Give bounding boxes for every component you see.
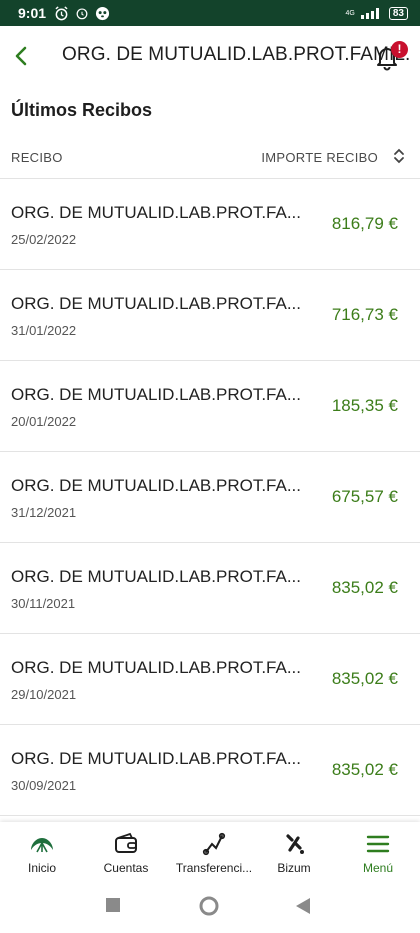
receipt-amount: 835,02 €: [331, 669, 398, 688]
header: ORG. DE MUTUALID.LAB.PROT.FAMIL.: [0, 26, 420, 88]
receipt-name: ORG. DE MUTUALID.LAB.PROT.FA...: [11, 385, 301, 404]
receipt-row[interactable]: ORG. DE MUTUALID.LAB.PROT.FA... 31/01/20…: [0, 269, 420, 360]
receipt-amount: 835,02 €: [331, 760, 398, 779]
nav-label-transferencias: Transferenci...: [175, 861, 253, 875]
receipt-amount: 835,02 €: [331, 578, 398, 597]
alarm-icon: [55, 5, 68, 20]
receipt-date: 20/01/2022: [11, 414, 77, 429]
receipt-row[interactable]: ORG. DE MUTUALID.LAB.PROT.FA... 30/09/20…: [0, 724, 420, 815]
receipt-row[interactable]: ORG. DE MUTUALID.LAB.PROT.FA... 31/12/20…: [0, 451, 420, 542]
list-divider: [0, 815, 420, 816]
status-bar: 9:01 4G 83: [0, 0, 420, 26]
menu-icon: [366, 835, 390, 853]
receipt-date: 31/01/2022: [11, 323, 77, 338]
receipt-date: 29/10/2021: [11, 687, 77, 702]
receipt-row[interactable]: ORG. DE MUTUALID.LAB.PROT.FA... 25/02/20…: [0, 178, 420, 269]
network-type: 4G: [345, 9, 355, 17]
receipt-amount: 816,79 €: [331, 214, 398, 233]
bottom-nav: Inicio Cuentas Transferenci... Bizum Men…: [0, 822, 420, 886]
sort-icon[interactable]: [392, 147, 406, 165]
page-title: ORG. DE MUTUALID.LAB.PROT.FAMIL.: [62, 44, 411, 65]
back-arrow-icon[interactable]: [8, 42, 36, 70]
transfer-icon: [202, 832, 226, 856]
system-nav-bar: [0, 886, 420, 933]
receipt-name: ORG. DE MUTUALID.LAB.PROT.FA...: [11, 567, 301, 586]
nav-label-menu: Menú: [362, 861, 394, 875]
back-triangle-icon[interactable]: [296, 898, 310, 914]
home-logo-icon: [31, 838, 53, 853]
receipt-row[interactable]: ORG. DE MUTUALID.LAB.PROT.FA... 29/10/20…: [0, 633, 420, 724]
home-circle-icon[interactable]: [199, 896, 219, 916]
bizum-icon: [286, 834, 304, 854]
nav-item-menu[interactable]: Menú: [350, 822, 406, 886]
receipt-date: 30/09/2021: [11, 778, 77, 793]
nav-item-inicio[interactable]: Inicio: [12, 822, 72, 886]
receipt-date: 31/12/2021: [11, 505, 77, 520]
nav-item-bizum[interactable]: Bizum: [266, 822, 322, 886]
receipt-date: 25/02/2022: [11, 232, 77, 247]
receipt-row[interactable]: ORG. DE MUTUALID.LAB.PROT.FA... 30/11/20…: [0, 542, 420, 633]
receipt-amount: 675,57 €: [331, 487, 398, 506]
nav-label-bizum: Bizum: [277, 861, 311, 875]
receipt-date: 30/11/2021: [11, 596, 76, 611]
column-header-importe[interactable]: IMPORTE RECIBO: [261, 150, 378, 165]
receipt-name: ORG. DE MUTUALID.LAB.PROT.FA...: [11, 294, 301, 313]
receipt-name: ORG. DE MUTUALID.LAB.PROT.FA...: [11, 203, 301, 222]
wallet-icon: [115, 832, 137, 853]
receipt-amount: 185,35 €: [331, 396, 398, 415]
receipt-name: ORG. DE MUTUALID.LAB.PROT.FA...: [11, 749, 301, 768]
receipt-amount: 716,73 €: [331, 305, 398, 324]
nav-item-cuentas[interactable]: Cuentas: [96, 822, 156, 886]
recents-icon[interactable]: [106, 898, 120, 912]
receipt-name: ORG. DE MUTUALID.LAB.PROT.FA...: [11, 476, 301, 495]
battery-indicator: 83: [388, 6, 408, 20]
clock-icon: [76, 8, 88, 20]
nav-item-transferencias[interactable]: Transferenci...: [172, 822, 256, 886]
signal-icon: [360, 8, 379, 19]
panda-icon: [95, 6, 110, 20]
receipt-row[interactable]: ORG. DE MUTUALID.LAB.PROT.FA... 20/01/20…: [0, 360, 420, 451]
nav-label-inicio: Inicio: [27, 861, 56, 875]
status-time: 9:01: [18, 5, 47, 21]
section-title: Últimos Recibos: [11, 100, 153, 120]
nav-label-cuentas: Cuentas: [103, 861, 149, 875]
column-header-recibo: RECIBO: [11, 150, 63, 165]
receipt-name: ORG. DE MUTUALID.LAB.PROT.FA...: [11, 658, 301, 677]
notification-badge: !: [391, 41, 408, 58]
